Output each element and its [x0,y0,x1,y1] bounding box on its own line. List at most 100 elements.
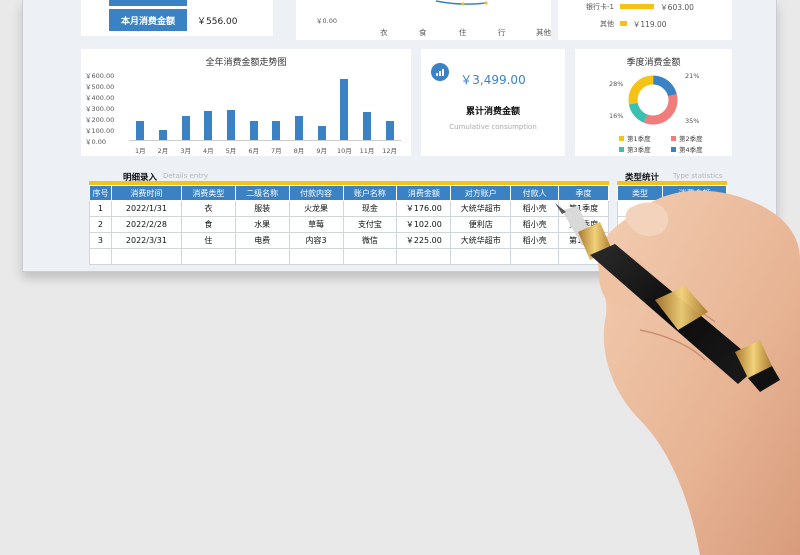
quarter-legend-item: 第3季度 [619,144,651,154]
details-cell[interactable]: 现金 [342,200,398,217]
type-stats-cell[interactable] [662,232,727,249]
type-stats-cell[interactable] [617,200,663,217]
table-row[interactable]: 2 2022/2/28 食水果 草莓 支付宝 ￥102.00 便利店 稻小壳 第1季度 [89,216,609,233]
trend-bar [227,109,235,140]
details-cell[interactable]: 大统华超市 [450,232,512,249]
details-cell[interactable]: 3 [89,232,112,249]
details-cell[interactable]: 稻小壳 [510,200,560,217]
details-cell[interactable]: 第1季度 [558,200,609,217]
details-cell[interactable]: 稻小壳 [510,216,560,233]
type-stats-cell[interactable] [617,232,663,249]
details-header-cell[interactable]: 消费类型 [180,185,236,201]
trend-x-label: 5月 [225,147,237,155]
total-value: ￥3,499.00 [460,73,526,87]
details-cell[interactable]: 便利店 [450,216,512,233]
details-cell[interactable]: ￥102.00 [396,216,452,233]
details-cell[interactable] [110,248,182,265]
details-cell[interactable]: 服装 [234,200,290,217]
details-cell[interactable]: 2 [89,216,112,233]
details-header-cell[interactable]: 消费时间 [110,185,182,201]
details-header-cell[interactable]: 对方账户 [450,185,512,201]
trend-x-axis-line [129,140,401,141]
account-bar [620,21,627,26]
type-stats-cell[interactable] [662,200,727,217]
monthly-card-top-strip [109,0,187,6]
type-stats-subtitle: Type statistics [673,172,723,180]
account-value: ￥603.00 [660,3,694,12]
details-cell[interactable]: 2022/2/28 [110,216,182,233]
spreadsheet-sheet: 本月消费金额 ￥556.00 ￥0.00 衣食住行其他 银行卡-1 ￥603.00… [22,0,777,272]
account-chart-card: 银行卡-1 ￥603.00 其他 ￥119.00 [558,0,732,40]
legend-label: 第4季度 [679,146,703,154]
details-cell[interactable]: 第1季度 [558,216,609,233]
details-cell[interactable]: 第1季度 [558,232,609,249]
details-cell[interactable] [510,248,560,265]
quarter-legend-item: 第4季度 [671,144,703,154]
type-stats-header-type[interactable]: 类型 [617,185,663,201]
total-consumption-card: ￥3,499.00 累计消费金额 Cumulative consumption [421,49,565,156]
total-subtitle: Cumulative consumption [449,123,537,131]
details-cell[interactable]: 大统华超市 [450,200,512,217]
details-header-cell[interactable]: 付款人 [510,185,560,201]
details-cell[interactable]: 衣 [180,200,236,217]
type-stats-header-amount[interactable]: 消费金额 [662,185,727,201]
category-x-label: 住 [459,28,467,37]
details-cell[interactable]: ￥225.00 [396,232,452,249]
quarter-chart-card: 季度消费金额 28% 21% 35% 16% 第1季度 第2季度 第3季度 第4季度 [575,49,732,156]
details-cell[interactable]: 稻小壳 [510,232,560,249]
details-cell[interactable]: 电费 [234,232,290,249]
details-cell[interactable]: 2022/3/31 [110,232,182,249]
category-line-series [435,0,488,6]
trend-x-label: 7月 [271,147,282,155]
details-cell[interactable]: 支付宝 [342,216,398,233]
trend-bar [295,116,303,140]
trend-y-tick: ￥300.00 [85,105,115,113]
type-stats-cell[interactable] [617,216,663,233]
details-header-cell[interactable]: 消费金额 [396,185,452,201]
details-cell[interactable]: 住 [180,232,236,249]
details-header-cell[interactable]: 账户名称 [342,185,398,201]
details-cell[interactable]: 食 [180,216,236,233]
trend-bar [136,121,145,140]
details-header-cell[interactable]: 二级名称 [234,185,290,201]
trend-y-tick: ￥200.00 [85,116,115,124]
trend-x-label: 12月 [382,147,398,155]
details-cell[interactable]: 火龙果 [288,200,344,217]
trend-bar [181,115,190,140]
details-cell[interactable]: ￥176.00 [396,200,452,217]
details-cell[interactable] [558,248,609,265]
details-header-cell[interactable]: 季度 [558,185,609,201]
trend-x-label: 6月 [248,147,259,155]
details-cell[interactable] [450,248,512,265]
details-cell[interactable] [342,248,398,265]
details-cell[interactable]: 微信 [342,232,398,249]
details-cell[interactable]: 1 [89,200,112,217]
quarter-label-q4: 21% [685,72,700,80]
category-chart-card: ￥0.00 衣 食 住 行 其他 [296,0,551,40]
details-cell[interactable] [396,248,452,265]
details-cell[interactable]: 内容3 [288,232,344,249]
details-header-cell[interactable]: 序号 [89,185,112,201]
details-cell[interactable]: 草莓 [288,216,344,233]
type-stats-cell[interactable] [662,216,727,233]
details-cell[interactable]: 水果 [234,216,290,233]
details-cell[interactable] [234,248,290,265]
details-cell[interactable] [89,248,112,265]
details-cell[interactable]: 2022/1/31 [110,200,182,217]
category-x-label: 衣 [380,28,388,37]
details-cell[interactable] [288,248,344,265]
trend-y-tick: ￥0.00 [85,138,106,146]
trend-x-label: 9月 [316,147,327,155]
details-header-cell[interactable]: 付款内容 [288,185,344,201]
table-row[interactable]: 3 2022/3/31 住电费 内容3 微信 ￥225.00 大统华超市 稻小壳 第1季度 [89,232,609,249]
quarter-donut [628,75,678,125]
legend-swatch [671,135,676,141]
table-row[interactable]: 1 2022/1/31 衣服装 火龙果 现金 ￥176.00 大统华超市 稻小壳 第1季度 [89,200,609,217]
legend-swatch [619,135,624,141]
table-row[interactable] [89,248,609,265]
total-title: 累计消费金额 [465,107,520,117]
details-cell[interactable] [180,248,236,265]
trend-bar [272,120,281,140]
legend-label: 第1季度 [627,135,651,143]
legend-swatch [619,146,624,152]
